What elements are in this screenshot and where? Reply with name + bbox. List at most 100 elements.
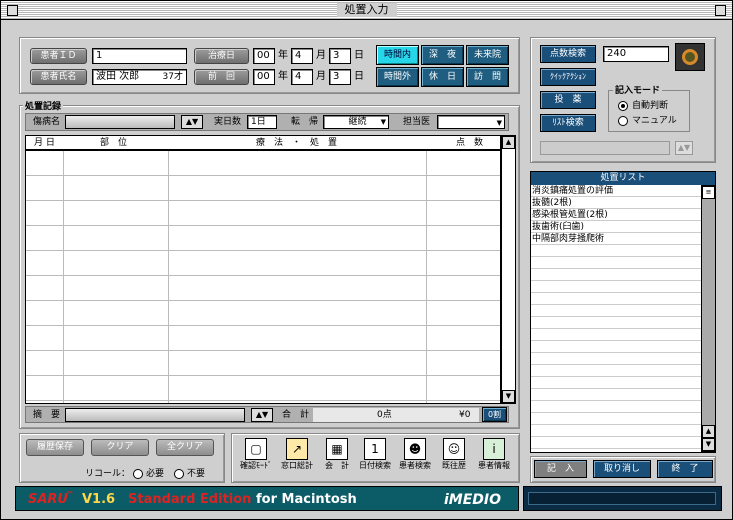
treat-month-field[interactable]: 4 [291, 48, 313, 64]
edition-label: Standard Edition [128, 492, 252, 507]
patient-id-field[interactable]: 1 [92, 48, 187, 64]
close-box[interactable] [7, 5, 18, 16]
history-label: 既往歴 [442, 461, 466, 470]
quick-action-button[interactable]: ｸｲｯｸｱｸｼｮﾝ [540, 68, 596, 86]
prev-month-field[interactable]: 4 [291, 69, 313, 85]
days-field[interactable]: 1日 [247, 115, 277, 129]
scroll-up-icon[interactable]: ▲ [702, 425, 715, 438]
list-search-button[interactable]: ﾘｽﾄ検索 [540, 114, 596, 132]
record-table[interactable] [25, 150, 501, 404]
prev-year-unit: 年 [278, 71, 288, 82]
time-in-button[interactable]: 時間内 [376, 45, 419, 65]
prev-month-unit: 月 [316, 71, 326, 82]
calendar-icon: 1 [364, 438, 386, 460]
saru-logo: SARU [28, 492, 68, 507]
counter-total-tool[interactable]: ↗ 窓口総計 [277, 438, 317, 478]
medication-button[interactable]: 投 薬 [540, 91, 596, 109]
table-header: 月 日 部 位 療 法 ・ 処 置 点 数 [25, 135, 501, 150]
scroll-down-icon[interactable]: ▼ [702, 438, 715, 451]
summary-select[interactable] [65, 408, 245, 422]
manual-mode-radio[interactable] [618, 116, 628, 126]
header-site: 部 位 [100, 138, 128, 148]
accounting-label: 会 計 [325, 461, 349, 470]
header-date: 月 日 [34, 138, 55, 148]
treat-era-field[interactable]: 00 [253, 48, 275, 64]
disease-stepper[interactable]: ▲▼ [181, 115, 203, 129]
enter-button[interactable]: 記 入 [534, 460, 587, 478]
zero-percent-button[interactable]: 0割 [482, 407, 507, 422]
patient-search-label: 患者検索 [399, 461, 431, 470]
speaker-icon [682, 49, 698, 65]
disease-label: 傷病名 [33, 117, 61, 127]
confirm-mode-tool[interactable]: ▢ 確認ﾓｰﾄﾞ [236, 438, 276, 478]
disease-select[interactable] [65, 115, 175, 129]
home-visit-button[interactable]: 訪 問 [466, 67, 509, 87]
summary-label: 摘 要 [33, 410, 61, 420]
title-bar[interactable]: 処置入力 [1, 1, 732, 20]
clear-button[interactable]: クリア [91, 439, 149, 456]
status-bar [523, 486, 722, 511]
speaker-button[interactable] [675, 43, 705, 71]
prev-era-field[interactable]: 00 [253, 69, 275, 85]
holiday-button[interactable]: 休 日 [421, 67, 464, 87]
mode-group-label: 記入モード [613, 83, 663, 96]
accounting-tool[interactable]: ▦ 会 計 [318, 438, 356, 478]
prev-day-field[interactable]: 3 [329, 69, 351, 85]
list-item[interactable]: 消炎鎮痛処置の評価 [531, 185, 701, 197]
treat-year-unit: 年 [278, 50, 288, 61]
treatment-list: 処置リスト 消炎鎮痛処置の評価 抜髄(2根) 感染根管処置(2根) 抜歯術(臼歯… [530, 171, 716, 453]
scroll-thumb[interactable]: ≡ [702, 186, 715, 199]
window-title: 処置入力 [336, 3, 397, 17]
overtime-button[interactable]: 時間外 [376, 67, 419, 87]
clipboard-icon: ▢ [245, 438, 267, 460]
list-item[interactable]: 中隔部肉芽掻爬術 [531, 233, 701, 245]
recall-required-radio[interactable] [133, 469, 143, 479]
not-visited-button[interactable]: 未来院 [466, 45, 509, 65]
version-label: V1.6 [82, 492, 116, 507]
scroll-down-icon[interactable]: ▼ [502, 390, 515, 403]
chevron-down-icon: ▼ [380, 118, 386, 126]
brand-banner: SARU ™ V1.6 Standard Edition for Macinto… [15, 486, 519, 511]
scroll-up-icon[interactable]: ▲ [502, 136, 515, 149]
auto-mode-label: 自動判断 [632, 101, 669, 111]
patient-search-tool[interactable]: ☻ 患者検索 [395, 438, 435, 478]
list-item[interactable]: 抜歯術(臼歯) [531, 221, 701, 233]
main-window: 処置入力 患者ＩＤ 1 患者氏名 波田 次郎 37才 治療日 00 年 4 月 … [0, 0, 733, 520]
prev-day-unit: 日 [354, 71, 364, 82]
header-treatment: 療 法 ・ 処 置 [256, 138, 338, 148]
treatment-list-scrollbar[interactable]: ≡ ▲ ▼ [701, 185, 716, 452]
status-field [528, 492, 716, 505]
chevron-down-icon: ▼ [496, 119, 502, 127]
table-scrollbar[interactable]: ▲ ▼ [501, 135, 516, 404]
patient-name-value: 波田 次郎 [96, 71, 140, 82]
zoom-box[interactable] [715, 5, 726, 16]
points-search-button[interactable]: 点数検索 [540, 45, 596, 63]
late-night-button[interactable]: 深 夜 [421, 45, 464, 65]
outcome-select[interactable]: 継続 ▼ [323, 115, 389, 129]
list-item[interactable]: 抜髄(2根) [531, 197, 701, 209]
history-tool[interactable]: ☺ 既往歴 [436, 438, 472, 478]
patient-info-tool[interactable]: i 患者情報 [473, 438, 515, 478]
info-icon: i [483, 438, 505, 460]
date-search-label: 日付検索 [359, 461, 391, 470]
confirm-mode-label: 確認ﾓｰﾄﾞ [240, 461, 272, 470]
finish-button[interactable]: 終 了 [657, 460, 713, 478]
treatment-list-title: 処置リスト [531, 172, 715, 185]
date-search-tool[interactable]: 1 日付検索 [356, 438, 394, 478]
treat-day-field[interactable]: 3 [329, 48, 351, 64]
patient-search-icon: ☻ [404, 438, 426, 460]
save-history-button[interactable]: 履歴保存 [26, 439, 84, 456]
graph-icon: ↗ [286, 438, 308, 460]
summary-stepper[interactable]: ▲▼ [251, 408, 273, 422]
undo-button[interactable]: 取り消し [593, 460, 651, 478]
counter-total-label: 窓口総計 [281, 461, 313, 470]
recall-unneeded-radio[interactable] [174, 469, 184, 479]
clear-all-button[interactable]: 全クリア [156, 439, 214, 456]
patient-name-field[interactable]: 波田 次郎 37才 [92, 69, 187, 85]
auto-mode-radio[interactable] [618, 101, 628, 111]
doctor-select[interactable]: ▼ [437, 115, 505, 129]
list-item[interactable]: 感染根管処置(2根) [531, 209, 701, 221]
code-input[interactable]: 240 [603, 46, 669, 62]
disabled-select [540, 141, 670, 155]
imedio-logo: iMEDIO [444, 492, 502, 508]
